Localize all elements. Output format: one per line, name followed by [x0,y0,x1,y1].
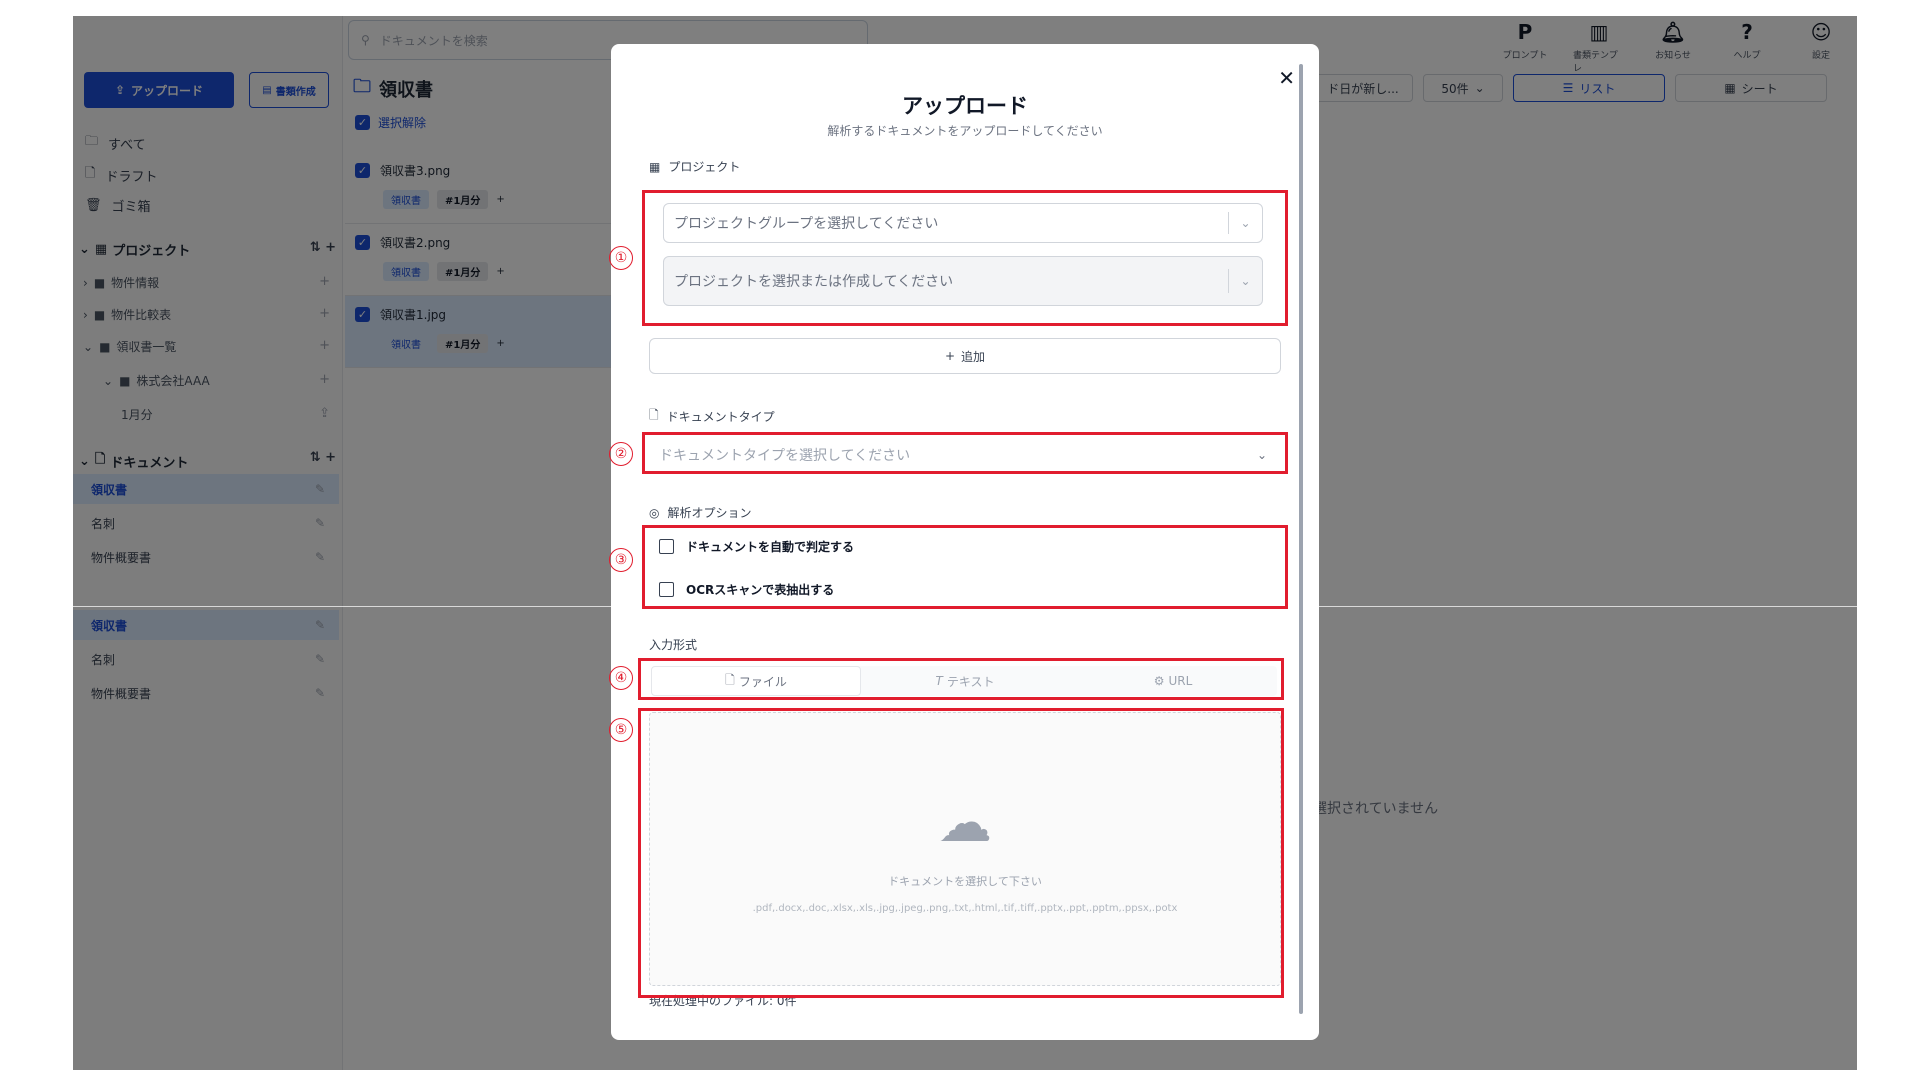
dialog-subtitle: 解析するドキュメントをアップロードしてください [827,124,1103,138]
annotation-number-2: ② [609,442,633,466]
doc-type-label: 🗋︎ ドキュメントタイプ [649,406,775,427]
analysis-options-label: ◎ 解析オプション [649,504,752,521]
annotation-number-5: ⑤ [609,718,633,742]
annotation-box-5 [638,708,1284,998]
annotation-box-3 [642,525,1288,609]
grid-icon: ▦ [649,159,661,174]
document-icon: 🗋︎ [649,408,659,422]
add-project-label: 追加 [961,349,986,364]
annotation-number-1: ① [609,246,633,270]
scrollbar[interactable] [1299,64,1303,1014]
project-label: ▦ プロジェクト [649,158,740,175]
close-icon[interactable]: ✕ [1278,66,1295,90]
app-frame: ⇪ アップロード ▤ 書類作成 🗀︎ すべて 🗋︎ ドラフト 🗑︎ ゴミ箱 ⌄ [73,16,1857,1070]
doc-type-label-text: ドキュメントタイプ [666,410,775,424]
dialog-title: アップロード [902,94,1028,118]
annotation-box-4 [638,658,1284,700]
annotation-number-4: ④ [609,666,633,690]
input-format-label: 入力形式 [649,636,697,653]
analysis-label-text: 解析オプション [667,506,752,520]
annotation-number-3: ③ [609,548,633,572]
plus-icon: + [944,349,956,363]
annotation-box-2 [642,432,1288,474]
upload-dialog: ✕ アップロード 解析するドキュメントをアップロードしてください ▦ プロジェク… [609,44,1319,1040]
project-label-text: プロジェクト [668,160,741,174]
analysis-icon: ◎ [649,505,660,520]
add-project-button[interactable]: + 追加 [649,338,1281,374]
input-format-label-text: 入力形式 [649,638,698,652]
app-background: ⇪ アップロード ▤ 書類作成 🗀︎ すべて 🗋︎ ドラフト 🗑︎ ゴミ箱 ⌄ [73,16,1857,1070]
annotation-box-1 [642,190,1288,326]
